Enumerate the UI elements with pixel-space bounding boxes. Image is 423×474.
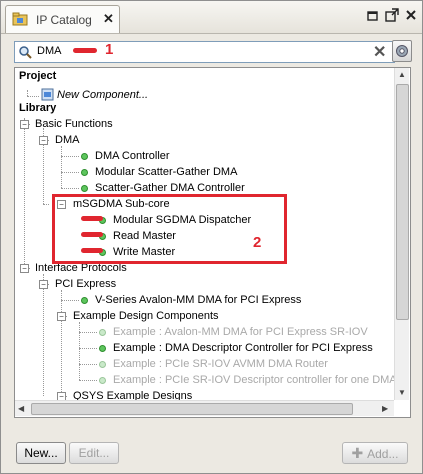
annotation-number-1: 1 [105, 41, 114, 58]
ip-component-icon [99, 329, 106, 336]
tree-heading-project: Project [19, 70, 57, 82]
tree-guide [79, 322, 80, 380]
tree-heading-library: Library [19, 102, 57, 114]
tree-item-example-sriov[interactable]: Example : Avalon-MM DMA for PCI Express … [113, 324, 368, 340]
ip-component-icon [81, 153, 88, 160]
plus-icon: ✚ [351, 445, 368, 461]
vertical-scrollbar[interactable]: ▲ ▼ [394, 68, 409, 400]
annotation-underline-2 [81, 248, 103, 253]
tree-guide [27, 96, 39, 97]
tree-item-basic-functions[interactable]: Basic Functions [35, 116, 113, 132]
tree-item-vseries-dma[interactable]: V-Series Avalon-MM DMA for PCI Express [95, 292, 301, 308]
annotation-underline-2 [81, 232, 103, 237]
tree-item-modular-sg-dma[interactable]: Modular Scatter-Gather DMA [95, 164, 237, 180]
horizontal-scroll-thumb[interactable] [31, 403, 353, 415]
tree-guide [61, 188, 79, 189]
tab-ip-catalog[interactable]: IP Catalog ✕ [5, 5, 120, 33]
annotation-number-2: 2 [253, 234, 262, 251]
tree-item-dma-controller[interactable]: DMA Controller [95, 148, 170, 164]
scroll-left-icon[interactable]: ◀ [18, 404, 24, 413]
tab-title: IP Catalog [36, 13, 92, 27]
collapse-icon[interactable]: − [39, 136, 48, 145]
tree-guide [43, 204, 49, 205]
ip-component-icon [99, 361, 106, 368]
tree-item-new-component[interactable]: New Component... [57, 87, 148, 103]
title-bar: IP Catalog ✕ [1, 1, 422, 34]
tree-guide [43, 274, 44, 396]
tree-item-example-design-components[interactable]: Example Design Components [73, 308, 219, 324]
clear-icon[interactable]: ✕ [373, 42, 386, 62]
tree-guide [61, 146, 62, 188]
tree-guide [79, 364, 97, 365]
search-box[interactable]: ✕ [14, 41, 395, 63]
add-button-label: Add... [367, 447, 399, 461]
tree-guide [24, 118, 25, 268]
tree-item-example-sriov-descriptor[interactable]: Example : PCIe SR-IOV Descriptor control… [113, 372, 397, 388]
tree-item-dma[interactable]: DMA [55, 132, 79, 148]
collapse-icon[interactable]: − [39, 280, 48, 289]
detach-icon[interactable] [385, 8, 399, 22]
ip-component-icon [99, 377, 106, 384]
search-options-button[interactable] [392, 40, 412, 62]
tree-guide [79, 348, 97, 349]
ip-catalog-icon [12, 12, 28, 26]
tree-item-example-descriptor-controller[interactable]: Example : DMA Descriptor Controller for … [113, 340, 373, 356]
ip-catalog-window: IP Catalog ✕ ✕ 1 [0, 0, 423, 474]
ip-component-icon [81, 169, 88, 176]
collapse-icon[interactable]: − [20, 120, 29, 129]
ip-component-icon [99, 345, 106, 352]
scroll-up-icon[interactable]: ▲ [398, 70, 406, 79]
annotation-underline-2 [81, 216, 103, 221]
tree-guide [79, 332, 97, 333]
close-icon[interactable] [404, 8, 418, 22]
new-button[interactable]: New... [16, 442, 66, 464]
tree-guide [61, 156, 79, 157]
restore-icon[interactable] [366, 8, 380, 22]
tree-guide [79, 380, 97, 381]
collapse-icon[interactable]: − [57, 312, 66, 321]
tree-guide [61, 290, 62, 396]
collapse-icon[interactable]: − [20, 264, 29, 273]
tree-guide [61, 300, 79, 301]
annotation-underline-1 [73, 48, 97, 53]
search-icon [19, 46, 32, 59]
ip-component-icon [81, 185, 88, 192]
annotation-box-2 [52, 194, 287, 264]
tree-item-example-avmm-router[interactable]: Example : PCIe SR-IOV AVMM DMA Router [113, 356, 328, 372]
scroll-down-icon[interactable]: ▼ [398, 388, 406, 397]
vertical-scroll-thumb[interactable] [396, 84, 409, 320]
tab-close-icon[interactable]: ✕ [103, 11, 114, 27]
gear-icon [396, 45, 408, 57]
edit-button[interactable]: Edit... [69, 442, 119, 464]
tree-item-pci-express[interactable]: PCI Express [55, 276, 116, 292]
tree-guide [61, 172, 79, 173]
ip-component-icon [81, 297, 88, 304]
scroll-right-icon[interactable]: ▶ [382, 404, 388, 413]
horizontal-scrollbar[interactable]: ◀ ▶ [15, 400, 394, 416]
add-button[interactable]: ✚ Add... [342, 442, 408, 464]
